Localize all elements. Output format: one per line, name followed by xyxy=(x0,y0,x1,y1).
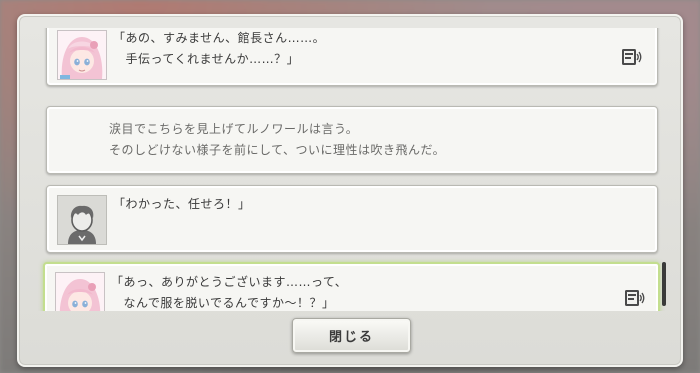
dialogue-text: 「あっ、ありがとうございます……って、 なんで服を脱いでるんですか～！？」 xyxy=(111,275,348,310)
dialogue-text: 「わかった、任せろ！」 xyxy=(113,197,251,211)
pink-haired-girl-portrait xyxy=(55,272,105,311)
backlog-entry[interactable]: 「わかった、任せろ！」 xyxy=(46,185,658,253)
dialogue-text: 「あの、すみません、館長さん……。 手伝ってくれませんか……？」 xyxy=(113,31,326,66)
backlog-entry[interactable]: 「あの、すみません、館長さん……。 手伝ってくれませんか……？」 xyxy=(46,28,658,86)
narration-text: 涙目でこちらを見上げてルノワールは言う。 そのしどけない様子を前にして、ついに理… xyxy=(109,122,446,157)
backlog-entry-active[interactable]: 「あっ、ありがとうございます……って、 なんで服を脱いでるんですか～！？」 xyxy=(43,262,660,311)
backlog-list[interactable]: 「あの、すみません、館長さん……。 手伝ってくれませんか……？」 涙目でこちらを… xyxy=(28,28,668,311)
player-silhouette-portrait xyxy=(57,195,107,245)
pink-haired-girl-portrait xyxy=(57,30,107,80)
close-button[interactable]: 閉じる xyxy=(292,318,411,353)
voice-replay-icon[interactable] xyxy=(624,288,646,308)
backlog-entry[interactable]: 涙目でこちらを見上げてルノワールは言う。 そのしどけない様子を前にして、ついに理… xyxy=(46,106,658,174)
scrollbar-thumb[interactable] xyxy=(662,262,666,306)
close-button-label: 閉じる xyxy=(328,330,374,345)
voice-replay-icon[interactable] xyxy=(621,47,643,67)
